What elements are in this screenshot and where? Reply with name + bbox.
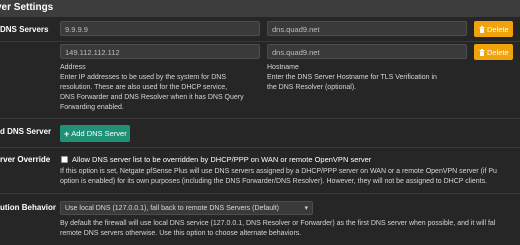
override-help-line: If this option is set, Netgate pfSense P… — [60, 168, 497, 175]
divider — [0, 193, 520, 194]
hostname-help-line: the DNS Resolver (optional). — [267, 84, 357, 91]
resolution-help-line: By default the firewall will use local D… — [60, 220, 496, 227]
resolution-help: By default the firewall will use local D… — [60, 219, 495, 239]
address-help-line: resolution. These are also used for the … — [60, 84, 228, 91]
chevron-down-icon: ▾ — [304, 205, 308, 212]
override-label: rver Override — [0, 155, 51, 164]
hostname-help-line: Enter the DNS Server Hostname for TLS Ve… — [267, 74, 437, 81]
section-header: ver Settings — [0, 0, 520, 17]
delete-label-2: Delete — [487, 48, 509, 57]
resolution-help-line: remote DNS servers otherwise. Use this o… — [60, 230, 302, 237]
section-title: ver Settings — [0, 2, 54, 13]
resolution-behavior-select[interactable]: Use local DNS (127.0.0.1), fall back to … — [60, 201, 313, 215]
dns-address-field-1[interactable]: 9.9.9.9 — [60, 21, 260, 36]
address-help: Address Enter IP addresses to be used by… — [60, 63, 244, 113]
trash-icon — [479, 26, 485, 33]
dns-hostname-field-1[interactable]: dns.quad9.net — [267, 21, 467, 36]
resolution-label: ution Behavior — [0, 203, 57, 212]
address-help-line: Forwarding enabled. — [60, 104, 124, 111]
delete-button-2[interactable]: Delete — [474, 44, 513, 60]
dns-hostname-field-2[interactable]: dns.quad9.net — [267, 44, 467, 59]
plus-icon: + — [64, 129, 70, 139]
dns-address-field-2[interactable]: 149.112.112.112 — [60, 44, 260, 59]
override-checkbox[interactable] — [61, 156, 68, 163]
add-dns-label: d DNS Server — [0, 127, 52, 136]
override-help: If this option is set, Netgate pfSense P… — [60, 167, 497, 187]
address-help-line: DNS Forwarder and DNS Resolver when it h… — [60, 94, 244, 101]
address-caption: Address — [60, 64, 86, 71]
override-checkbox-label: Allow DNS server list to be overridden b… — [72, 155, 372, 164]
divider — [0, 118, 520, 119]
dns-servers-label: DNS Servers — [0, 25, 49, 34]
divider — [0, 147, 520, 148]
hostname-caption: Hostname — [267, 64, 299, 71]
add-dns-server-button[interactable]: + Add DNS Server — [60, 125, 130, 142]
hostname-help: Hostname Enter the DNS Server Hostname f… — [267, 63, 437, 93]
add-dns-button-label: Add DNS Server — [71, 129, 127, 138]
divider — [0, 41, 520, 42]
address-help-line: Enter IP addresses to be used by the sys… — [60, 74, 227, 81]
trash-icon — [479, 49, 485, 56]
override-help-line: option is enabled) for its own purposes … — [60, 178, 488, 185]
delete-label-1: Delete — [487, 25, 509, 34]
delete-button-1[interactable]: Delete — [474, 21, 513, 37]
resolution-selected-value: Use local DNS (127.0.0.1), fall back to … — [65, 205, 279, 212]
